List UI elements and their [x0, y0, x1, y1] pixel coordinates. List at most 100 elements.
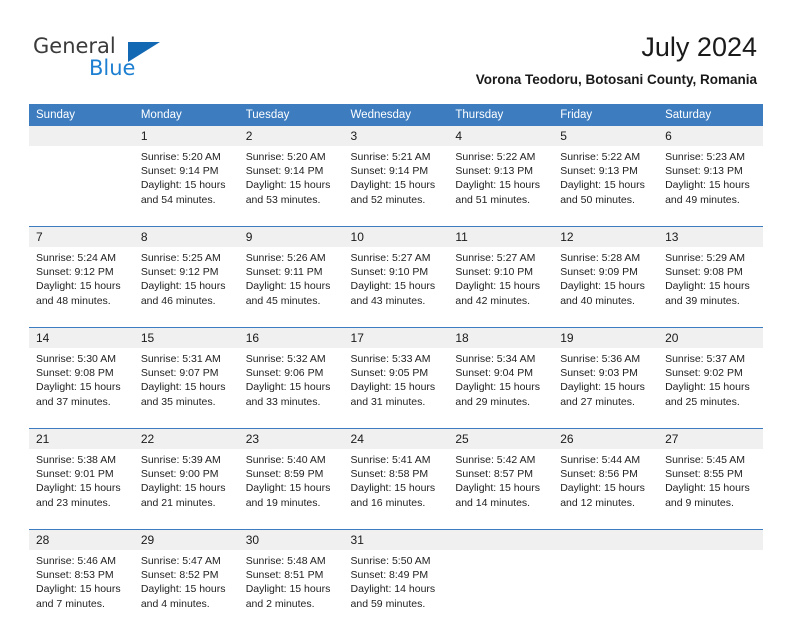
sunset-text: Sunset: 9:11 PM — [245, 266, 323, 279]
day-info-cell[interactable]: Sunrise: 5:27 AM Sunset: 9:10 PM Daylight:… — [448, 247, 554, 321]
day-number[interactable]: 28 — [29, 529, 134, 550]
day-info-cell[interactable]: Sunrise: 5:24 AM Sunset: 9:12 PM Daylight:… — [29, 247, 134, 321]
sunrise-text: Sunrise: 5:38 AM — [36, 454, 116, 466]
sunset-text: Sunset: 9:12 PM — [140, 266, 219, 279]
day-info-cell[interactable]: Sunrise: 5:22 AM Sunset: 9:13 PM Daylight:… — [553, 146, 659, 220]
day-info-cell[interactable]: Sunrise: 5:32 AM Sunset: 9:06 PM Daylight:… — [238, 348, 344, 422]
weekday-header-tuesday: Tuesday — [238, 104, 344, 126]
sunset-text: Sunset: 9:08 PM — [36, 367, 114, 380]
day-info-cell[interactable]: Sunrise: 5:31 AM Sunset: 9:07 PM Daylight:… — [133, 348, 239, 422]
day-number[interactable]: 2 — [238, 126, 344, 146]
daylight-text-line1: Daylight: 15 hours — [665, 179, 750, 192]
day-info-cell[interactable]: Sunrise: 5:34 AM Sunset: 9:04 PM Daylight:… — [448, 348, 554, 422]
day-info-cell[interactable]: Sunrise: 5:38 AM Sunset: 9:01 PM Daylight:… — [29, 449, 134, 523]
daylight-text-line1: Daylight: 15 hours — [560, 381, 645, 394]
sunrise-text: Sunrise: 5:34 AM — [455, 353, 536, 365]
day-cell-empty — [658, 529, 763, 550]
daylight-text-line2: and 52 minutes. — [350, 193, 426, 206]
day-number[interactable]: 6 — [658, 126, 763, 146]
daylight-text-line2: and 40 minutes. — [560, 294, 635, 307]
sunrise-text: Sunrise: 5:21 AM — [350, 151, 431, 163]
day-number[interactable]: 1 — [133, 126, 239, 146]
day-number[interactable]: 5 — [553, 126, 659, 146]
day-number[interactable]: 23 — [238, 428, 344, 449]
day-info-cell[interactable]: Sunrise: 5:26 AM Sunset: 9:11 PM Daylight:… — [238, 247, 344, 321]
day-info-cell[interactable]: Sunrise: 5:48 AM Sunset: 8:51 PM Daylight:… — [238, 550, 344, 624]
daylight-text-line1: Daylight: 15 hours — [140, 381, 226, 394]
day-number[interactable]: 27 — [658, 428, 763, 449]
day-info-cell[interactable]: Sunrise: 5:33 AM Sunset: 9:05 PM Daylight:… — [343, 348, 449, 422]
day-info-cell[interactable]: Sunrise: 5:28 AM Sunset: 9:09 PM Daylight:… — [553, 247, 659, 321]
day-info-cell[interactable]: Sunrise: 5:29 AM Sunset: 9:08 PM Daylight:… — [658, 247, 763, 321]
day-number[interactable]: 26 — [553, 428, 659, 449]
day-number[interactable]: 16 — [238, 327, 344, 348]
sunset-text: Sunset: 9:10 PM — [350, 266, 429, 279]
day-number[interactable]: 8 — [133, 226, 239, 247]
daylight-text-line2: and 48 minutes. — [36, 294, 111, 307]
day-number[interactable]: 17 — [343, 327, 449, 348]
day-number[interactable]: 22 — [133, 428, 239, 449]
day-number[interactable]: 18 — [448, 327, 554, 348]
daylight-text-line1: Daylight: 15 hours — [455, 280, 541, 293]
sunrise-text: Sunrise: 5:50 AM — [350, 555, 431, 567]
sunrise-text: Sunrise: 5:29 AM — [665, 252, 746, 264]
daylight-text-line2: and 31 minutes. — [350, 395, 426, 408]
day-number[interactable]: 13 — [658, 226, 763, 247]
day-info-cell[interactable]: Sunrise: 5:20 AM Sunset: 9:14 PM Daylight:… — [133, 146, 239, 220]
day-number[interactable]: 21 — [29, 428, 134, 449]
daylight-text-line2: and 19 minutes. — [245, 496, 321, 509]
day-cell-empty — [448, 529, 554, 550]
calendar-bottom-pad — [29, 624, 763, 629]
sunrise-text: Sunrise: 5:39 AM — [140, 454, 221, 466]
day-number[interactable]: 15 — [133, 327, 239, 348]
day-info-cell[interactable]: Sunrise: 5:30 AM Sunset: 9:08 PM Daylight:… — [29, 348, 134, 422]
day-number[interactable]: 20 — [658, 327, 763, 348]
title-block: July 2024 Vorona Teodoru, Botosani Count… — [476, 30, 757, 88]
day-number[interactable]: 12 — [553, 226, 659, 247]
day-number[interactable]: 9 — [238, 226, 344, 247]
day-info-cell[interactable]: Sunrise: 5:40 AM Sunset: 8:59 PM Daylight:… — [238, 449, 344, 523]
day-info-cell[interactable]: Sunrise: 5:39 AM Sunset: 9:00 PM Daylight:… — [133, 449, 239, 523]
day-info-cell[interactable]: Sunrise: 5:20 AM Sunset: 9:14 PM Daylight:… — [238, 146, 344, 220]
day-number[interactable]: 11 — [448, 226, 554, 247]
day-number[interactable]: 19 — [553, 327, 659, 348]
daylight-text-line1: Daylight: 15 hours — [350, 381, 436, 394]
sunrise-text: Sunrise: 5:20 AM — [245, 151, 326, 163]
day-info-cell[interactable]: Sunrise: 5:45 AM Sunset: 8:55 PM Daylight:… — [658, 449, 763, 523]
day-number[interactable]: 31 — [343, 529, 449, 550]
day-info-cell[interactable]: Sunrise: 5:50 AM Sunset: 8:49 PM Daylight:… — [343, 550, 449, 624]
day-info-cell[interactable]: Sunrise: 5:36 AM Sunset: 9:03 PM Daylight:… — [553, 348, 659, 422]
day-info-cell[interactable]: Sunrise: 5:25 AM Sunset: 9:12 PM Daylight:… — [133, 247, 239, 321]
day-number[interactable]: 14 — [29, 327, 134, 348]
daylight-text-line1: Daylight: 15 hours — [36, 381, 121, 394]
day-number[interactable]: 4 — [448, 126, 554, 146]
day-info-cell[interactable]: Sunrise: 5:37 AM Sunset: 9:02 PM Daylight:… — [658, 348, 763, 422]
logo-text-blue: Blue — [89, 56, 136, 80]
day-number[interactable]: 30 — [238, 529, 344, 550]
daylight-text-line1: Daylight: 15 hours — [36, 280, 121, 293]
day-info-cell[interactable]: Sunrise: 5:22 AM Sunset: 9:13 PM Daylight:… — [448, 146, 554, 220]
day-info-cell[interactable]: Sunrise: 5:42 AM Sunset: 8:57 PM Daylight:… — [448, 449, 554, 523]
day-number[interactable]: 3 — [343, 126, 449, 146]
daylight-text-line1: Daylight: 15 hours — [140, 482, 226, 495]
day-number[interactable]: 29 — [133, 529, 239, 550]
daylight-text-line1: Daylight: 15 hours — [245, 482, 331, 495]
day-number[interactable]: 25 — [448, 428, 554, 449]
day-number[interactable]: 7 — [29, 226, 134, 247]
day-info-cell[interactable]: Sunrise: 5:41 AM Sunset: 8:58 PM Daylight:… — [343, 449, 449, 523]
sunrise-text: Sunrise: 5:37 AM — [665, 353, 746, 365]
day-info-cell[interactable]: Sunrise: 5:44 AM Sunset: 8:56 PM Daylight:… — [553, 449, 659, 523]
day-info-cell[interactable]: Sunrise: 5:23 AM Sunset: 9:13 PM Daylight:… — [658, 146, 763, 220]
generalblue-logo[interactable]: General Blue — [33, 34, 233, 82]
day-number[interactable]: 10 — [343, 226, 449, 247]
sunset-text: Sunset: 8:56 PM — [560, 468, 638, 481]
sunset-text: Sunset: 8:59 PM — [245, 468, 324, 481]
day-info-cell[interactable]: Sunrise: 5:21 AM Sunset: 9:14 PM Daylight:… — [343, 146, 449, 220]
day-info-cell[interactable]: Sunrise: 5:46 AM Sunset: 8:53 PM Daylight:… — [29, 550, 134, 624]
day-info-cell[interactable]: Sunrise: 5:47 AM Sunset: 8:52 PM Daylight:… — [133, 550, 239, 624]
day-number[interactable]: 24 — [343, 428, 449, 449]
daylight-text-line2: and 27 minutes. — [560, 395, 635, 408]
week-info-row: Sunrise: 5:24 AM Sunset: 9:12 PM Daylight:… — [29, 247, 763, 321]
daylight-text-line2: and 21 minutes. — [140, 496, 216, 509]
day-info-cell[interactable]: Sunrise: 5:27 AM Sunset: 9:10 PM Daylight:… — [343, 247, 449, 321]
